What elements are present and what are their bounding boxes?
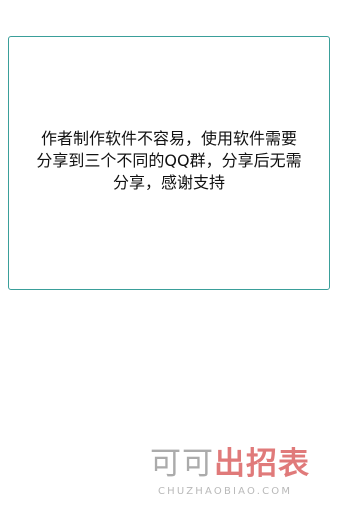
share-notice-dialog: 作者制作软件不容易，使用软件需要 分享到三个不同的QQ群，分享后无需 分享，感谢…: [8, 36, 330, 290]
watermark-brand-gray: 可可: [150, 446, 214, 482]
site-watermark: 可可 出招表 CHUZHAOBIAO.COM: [150, 446, 335, 502]
dialog-message-line-1: 作者制作软件不容易，使用软件需要: [40, 129, 297, 148]
watermark-brand-red: 出招表: [214, 446, 310, 482]
dialog-message-line-3: 分享，感谢支持: [112, 173, 225, 192]
dialog-message-line-2: 分享到三个不同的QQ群，分享后无需: [36, 151, 302, 170]
dialog-message: 作者制作软件不容易，使用软件需要 分享到三个不同的QQ群，分享后无需 分享，感谢…: [19, 128, 319, 194]
watermark-url: CHUZHAOBIAO.COM: [158, 486, 293, 497]
watermark-brand: 可可 出招表: [150, 446, 310, 482]
screen: 作者制作软件不容易，使用软件需要 分享到三个不同的QQ群，分享后无需 分享，感谢…: [0, 0, 346, 507]
